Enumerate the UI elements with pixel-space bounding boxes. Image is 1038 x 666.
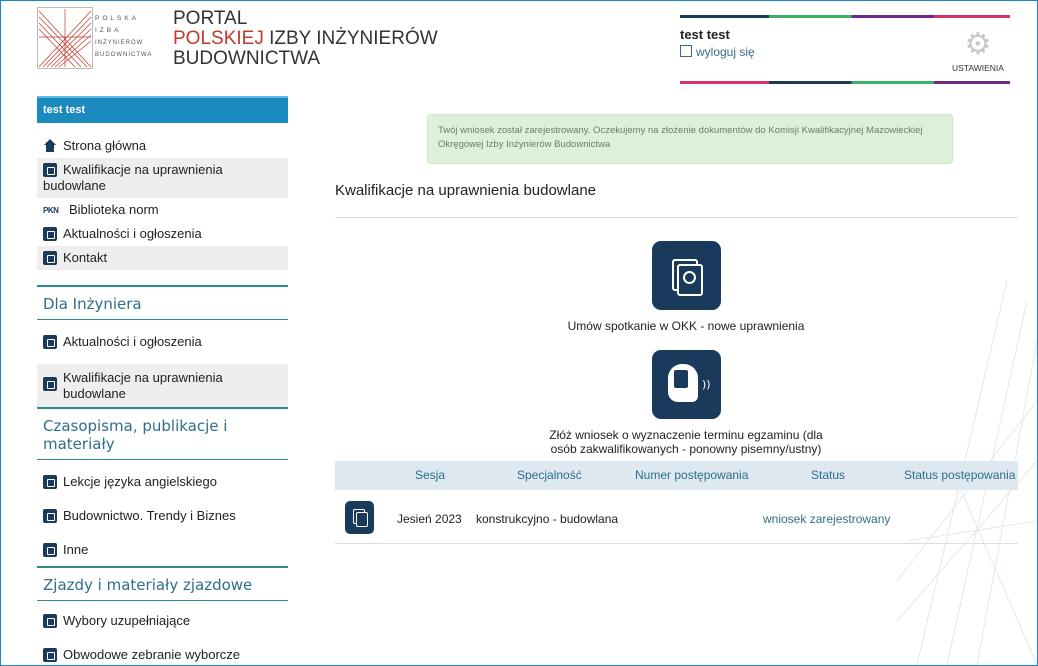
section-zjazdy[interactable]: Zjazdy i materiały zjazdowe xyxy=(37,566,288,601)
col-specjalnosc: Specjalność xyxy=(517,468,582,482)
section-czasopisma[interactable]: Czasopisma, publikacje i materiały xyxy=(37,407,288,460)
sidebar-item-home[interactable]: Strona główna xyxy=(37,134,288,158)
group-icon xyxy=(43,648,57,662)
sidebar-item-wybory[interactable]: Wybory uzupełniające xyxy=(37,609,288,633)
person-icon xyxy=(43,614,57,628)
sidebar-item-qualifications[interactable]: Kwalifikacje na uprawnienia budowlane xyxy=(37,158,288,198)
color-bar-bottom xyxy=(680,81,1010,84)
sidebar-item-eng-qualifications[interactable]: Kwalifikacje na uprawnienia budowlane xyxy=(37,364,288,407)
exam-request-tile-button[interactable]: )) xyxy=(652,350,721,419)
sidebar: test test Strona główna Kwalifikacje na … xyxy=(37,96,288,665)
document-clock-icon xyxy=(43,377,57,391)
cell-status-link[interactable]: wniosek zarejestrowany xyxy=(763,512,890,526)
logo-text: POLSKA IZBA INŻYNIERÓW BUDOWNICTWA xyxy=(95,15,153,58)
phone-icon xyxy=(43,251,57,265)
book-icon xyxy=(43,475,57,489)
newspaper-icon xyxy=(43,335,57,349)
sidebar-item-zebranie[interactable]: Obwodowe zebranie wyborcze xyxy=(37,643,288,665)
page-title: Kwalifikacje na uprawnienia budowlane xyxy=(335,182,596,199)
settings-button[interactable]: ⚙ USTAWIENIA xyxy=(946,27,1010,74)
table-row: Jesień 2023 konstrukcyjno - budowlana wn… xyxy=(335,495,1018,544)
row-document-icon[interactable] xyxy=(345,501,374,534)
sidebar-item-news[interactable]: Aktualności i ogłoszenia xyxy=(37,222,288,246)
cell-specjalnosc: konstrukcyjno - budowlana xyxy=(476,512,619,526)
home-icon xyxy=(43,139,57,153)
logout-icon xyxy=(680,45,692,57)
section-dla-inzyniera[interactable]: Dla Inżyniera xyxy=(37,285,288,320)
col-status: Status xyxy=(811,468,846,482)
sidebar-user-header: test test xyxy=(37,96,288,123)
sidebar-item-norms[interactable]: PKN Biblioteka norm xyxy=(37,198,288,222)
sidebar-item-trendy[interactable]: Budownictwo. Trendy i Biznes xyxy=(37,504,288,528)
pib-logo[interactable]: POLSKA IZBA INŻYNIERÓW BUDOWNICTWA xyxy=(37,7,151,69)
col-sesja: Sesja xyxy=(415,468,446,482)
color-bar-top xyxy=(680,15,1010,18)
col-numer: Numer postępowania xyxy=(635,468,749,482)
sidebar-item-contact[interactable]: Kontakt xyxy=(37,246,288,270)
cell-sesja: Jesień 2023 xyxy=(397,512,462,526)
logout-link[interactable]: wyloguj się xyxy=(680,45,755,59)
success-notice: Twój wniosek został zarejestrowany. Ocze… xyxy=(427,114,953,164)
book-icon xyxy=(43,509,57,523)
appointment-tile-button[interactable] xyxy=(652,241,721,310)
sidebar-item-eng-news[interactable]: Aktualności i ogłoszenia xyxy=(37,330,288,354)
exam-request-tile-label[interactable]: Złóż wniosek o wyznaczenie terminu egzam… xyxy=(471,428,901,456)
pkn-icon: PKN xyxy=(43,206,59,215)
document-clock-icon xyxy=(43,163,57,177)
logo-emblem-icon xyxy=(37,7,93,69)
divider xyxy=(335,217,1018,218)
user-name: test test xyxy=(680,27,730,42)
gear-icon: ⚙ xyxy=(964,27,992,62)
sidebar-item-inne[interactable]: Inne xyxy=(37,538,288,562)
table-header: Sesja Specjalność Numer postępowania Sta… xyxy=(335,461,1018,490)
sidebar-item-english-lessons[interactable]: Lekcje języka angielskiego xyxy=(37,470,288,494)
clock-document-icon xyxy=(683,271,696,284)
portal-title: PORTAL POLSKIEJ IZBY INŻYNIERÓW BUDOWNIC… xyxy=(173,8,438,69)
user-panel: test test wyloguj się ⚙ USTAWIENIA xyxy=(680,15,1010,85)
book-icon xyxy=(43,543,57,557)
newspaper-icon xyxy=(43,227,57,241)
appointment-tile-label[interactable]: Umów spotkanie w OKK - nowe uprawnienia xyxy=(481,319,891,333)
page-frame: POLSKA IZBA INŻYNIERÓW BUDOWNICTWA PORTA… xyxy=(0,0,1038,666)
col-status-postepowania: Status postępowania xyxy=(904,468,1016,482)
